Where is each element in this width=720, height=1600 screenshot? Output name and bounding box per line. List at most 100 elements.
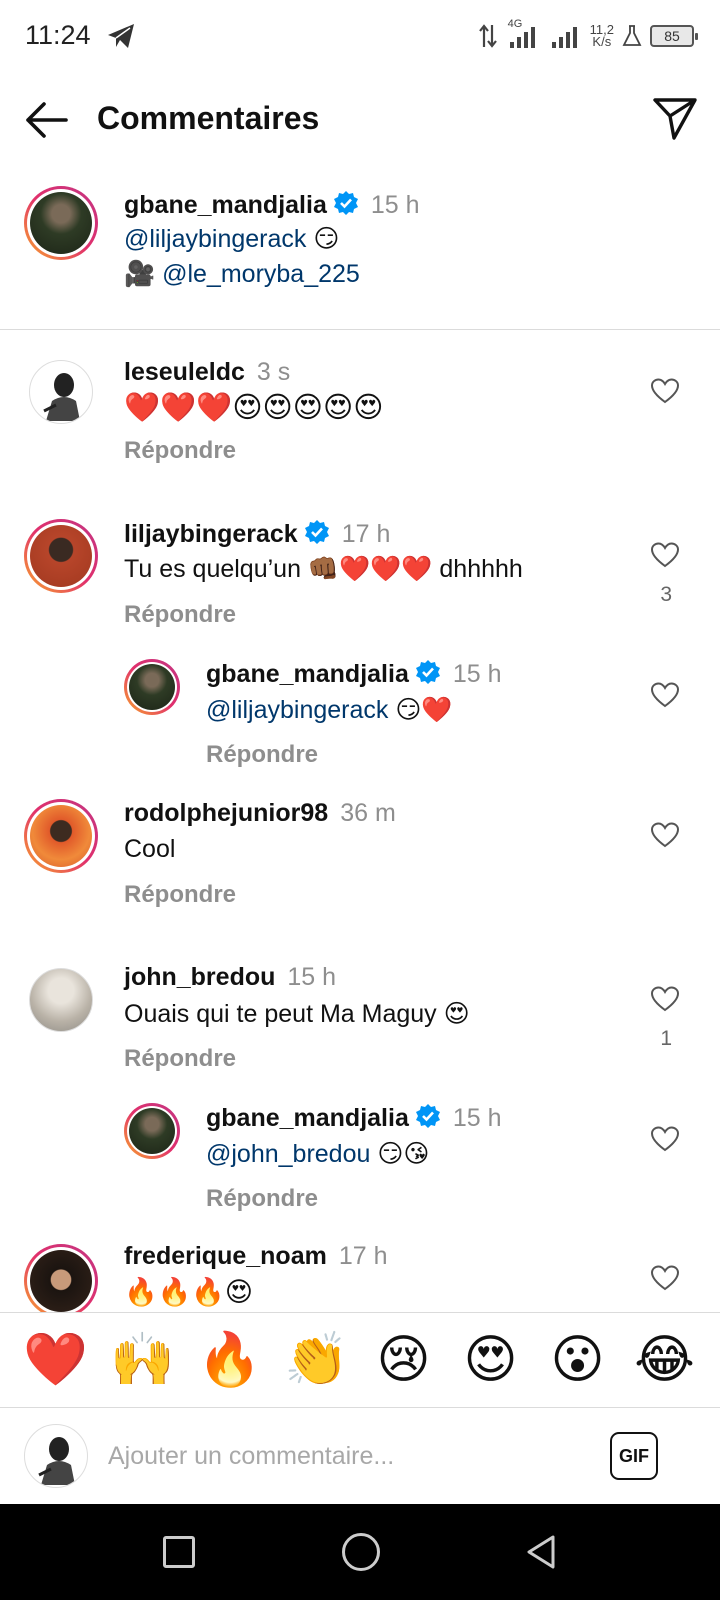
battery-indicator: 85 [650, 25, 698, 47]
reply-button[interactable]: Répondre [124, 437, 236, 465]
home-button[interactable] [342, 1533, 380, 1571]
comment-time: 3 s [256, 358, 291, 386]
signal-icon-2 [551, 27, 577, 48]
comment-time: 15 h [452, 660, 502, 688]
comment-username[interactable]: john_bredou 15 h [124, 963, 336, 992]
emoji-surprised-button[interactable]: 😮 [543, 1330, 613, 1390]
comment-username[interactable]: leseuleldc 3 s [124, 358, 290, 387]
emoji-fire-button[interactable]: 🔥 [195, 1330, 265, 1390]
signal-4g: 4G [506, 18, 540, 50]
verified-badge-icon [415, 660, 440, 684]
reply-button[interactable]: Répondre [124, 1045, 236, 1073]
emoji-raised-hands-button[interactable]: 🙌 [108, 1330, 178, 1390]
comment-input-bar: GIF [0, 1408, 720, 1504]
page-title: Commentaires [97, 100, 320, 136]
mention-link[interactable]: @john_bredou [206, 1140, 370, 1168]
avatar[interactable] [24, 186, 98, 260]
like-heart-icon[interactable] [650, 1125, 680, 1153]
comment-time: 17 h [338, 1242, 388, 1270]
username-text[interactable]: leseuleldc [124, 358, 245, 386]
comment-item: frederique_noam 17 h 🔥🔥🔥😍 [0, 1230, 720, 1312]
username-text[interactable]: frederique_noam [124, 1242, 327, 1270]
username-text[interactable]: john_bredou [124, 963, 275, 991]
reply-button[interactable]: Répondre [124, 881, 236, 909]
emoji-heart-button[interactable]: ❤️ [21, 1330, 91, 1390]
status-right: 4G 11,2 K/s 85 [478, 16, 698, 56]
status-time: 11:24 [25, 20, 91, 50]
comment-text: Cool [124, 835, 176, 863]
like-heart-icon[interactable] [650, 1264, 680, 1292]
comment-username[interactable]: gbane_mandjalia 15 h [206, 1103, 502, 1133]
comment-emoji: 😏😘 [370, 1140, 430, 1168]
avatar[interactable] [29, 360, 93, 424]
comment-time: 36 m [340, 799, 396, 827]
caption-emoji: 😏 [313, 225, 340, 253]
signal-icon [509, 27, 535, 48]
data-arrows-icon [478, 24, 497, 48]
like-count[interactable]: 1 [660, 1027, 672, 1051]
emoji-heart-eyes-button[interactable]: 😍 [456, 1330, 526, 1390]
avatar[interactable] [24, 1244, 98, 1312]
avatar[interactable] [24, 799, 98, 873]
comment-input[interactable] [108, 1432, 578, 1480]
username-text[interactable]: gbane_mandjalia [206, 1104, 409, 1132]
mention-link[interactable]: @liljaybingerack [206, 696, 388, 724]
comment-time: 15 h [452, 1104, 502, 1132]
comment-username[interactable]: gbane_mandjalia 15 h [206, 659, 502, 689]
avatar-sketch-icon [43, 373, 80, 421]
caption-time: 15 h [370, 191, 420, 219]
caption-line-2: 🎥 @le_moryba_225 [124, 260, 360, 289]
verified-badge-icon [415, 1104, 440, 1128]
username-text[interactable]: gbane_mandjalia [124, 191, 327, 219]
comment-time: 17 h [341, 520, 391, 548]
verified-badge-icon [333, 191, 358, 215]
reply-button[interactable]: Répondre [206, 1185, 318, 1213]
speed-unit: K/s [592, 34, 612, 49]
nav-back-icon[interactable] [525, 1534, 557, 1570]
comment-time: 15 h [287, 963, 337, 991]
avatar[interactable] [24, 519, 98, 593]
comment-text: ❤️❤️❤️😍😍😍😍😍 [124, 392, 384, 424]
like-heart-icon[interactable] [650, 821, 680, 849]
share-send-icon[interactable] [652, 96, 698, 142]
comment-text: @john_bredou 😏😘 [206, 1139, 429, 1169]
comment-username[interactable]: liljaybingerack 17 h [124, 519, 390, 549]
header-bar: Commentaires [0, 80, 720, 160]
recents-button[interactable] [163, 1536, 195, 1568]
like-heart-icon[interactable] [650, 377, 680, 405]
like-count[interactable]: 3 [660, 583, 672, 607]
caption-line-1: @liljaybingerack 😏 [124, 224, 339, 254]
username-text[interactable]: rodolphejunior98 [124, 799, 328, 827]
mention-link[interactable]: @liljaybingerack [124, 225, 306, 253]
emoji-crying-button[interactable]: 😢 [369, 1330, 439, 1390]
comment-text: Ouais qui te peut Ma Maguy 😍 [124, 1000, 470, 1028]
back-arrow-icon[interactable] [22, 98, 70, 142]
network-speed: 11,2 K/s [590, 23, 614, 49]
like-heart-icon[interactable] [650, 985, 680, 1013]
like-heart-icon[interactable] [650, 681, 680, 709]
flask-icon [622, 25, 642, 46]
comment-username[interactable]: rodolphejunior98 36 m [124, 799, 396, 828]
username-text[interactable]: gbane_mandjalia [206, 660, 409, 688]
status-bar: 11:24 4G 11,2 K/s 85 [0, 0, 720, 72]
caption-username[interactable]: gbane_mandjalia 15 h [124, 190, 420, 220]
emoji-laughing-button[interactable]: 😂 [630, 1330, 700, 1390]
reply-button[interactable]: Répondre [124, 601, 236, 629]
telegram-icon [108, 24, 134, 48]
verified-badge-icon [304, 520, 329, 544]
reply-button[interactable]: Répondre [206, 741, 318, 769]
mention-link[interactable]: @le_moryba_225 [162, 260, 360, 288]
camera-emoji: 🎥 [124, 260, 156, 288]
username-text[interactable]: liljaybingerack [124, 520, 298, 548]
comment-text: @liljaybingerack 😏❤️ [206, 695, 453, 725]
comment-username[interactable]: frederique_noam 17 h [124, 1242, 388, 1271]
gif-button[interactable]: GIF [610, 1432, 658, 1480]
comment-text: 🔥🔥🔥😍 [124, 1277, 254, 1307]
avatar[interactable] [124, 659, 180, 715]
post-caption: gbane_mandjalia 15 h @liljaybingerack 😏 🎥… [0, 182, 720, 330]
comment-text: Tu es quelqu’un 👊🏾❤️❤️❤️ dhhhhh [124, 555, 523, 583]
avatar[interactable] [124, 1103, 180, 1159]
avatar[interactable] [29, 968, 93, 1032]
emoji-clap-button[interactable]: 👏 [282, 1330, 352, 1390]
like-heart-icon[interactable] [650, 541, 680, 569]
